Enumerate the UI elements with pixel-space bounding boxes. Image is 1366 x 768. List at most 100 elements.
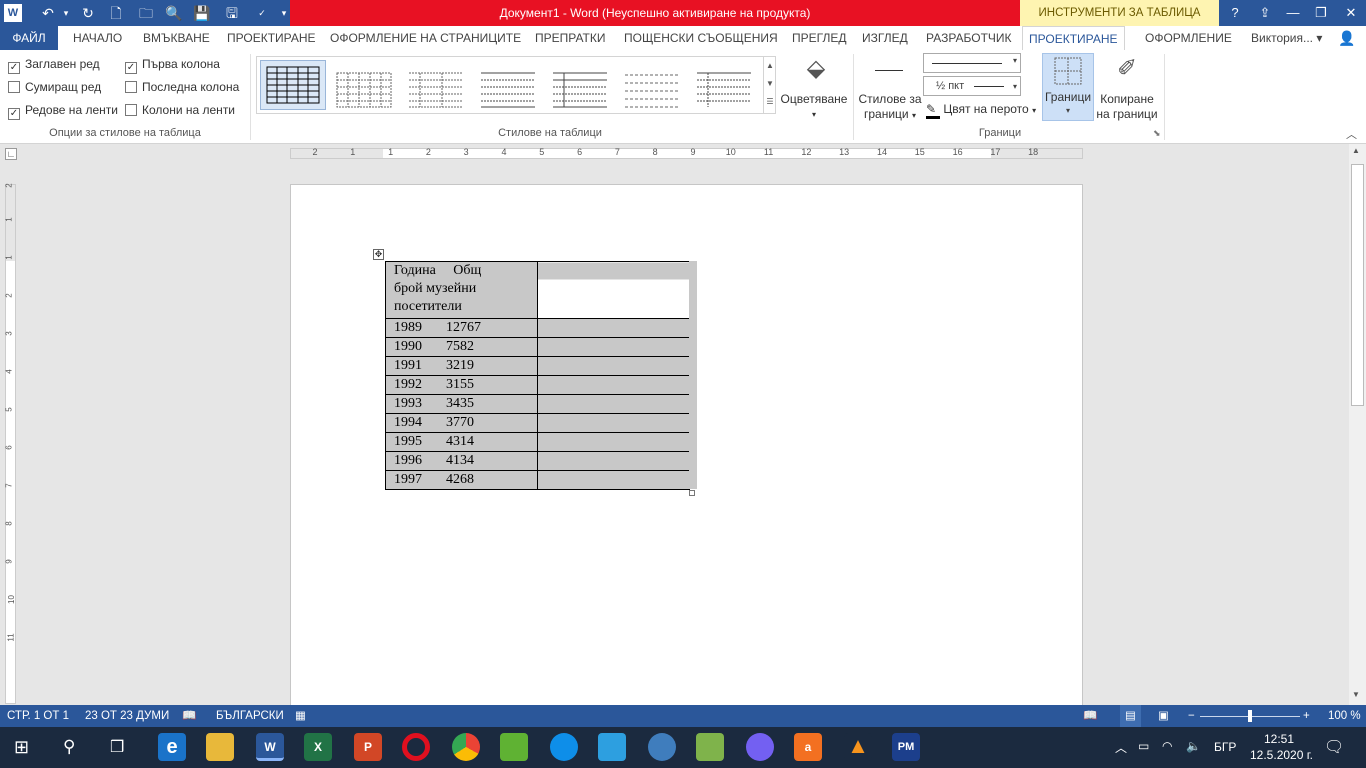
zoom-out-icon[interactable]: − <box>1188 705 1195 727</box>
header-row-checkbox[interactable]: ✓ Заглавен ред <box>8 57 100 74</box>
word-icon[interactable]: W <box>256 733 284 761</box>
read-mode-icon[interactable]: 📖 <box>1083 705 1097 727</box>
tab-table-layout[interactable]: ОФОРМЛЕНИЕ <box>1145 26 1232 50</box>
table-move-handle-icon[interactable]: ✥ <box>373 249 384 260</box>
shading-bucket-icon[interactable]: ⬙ <box>806 54 826 86</box>
tray-expand-icon[interactable]: ︿ <box>1115 739 1127 756</box>
print-preview-icon[interactable]: 🔍 <box>162 0 186 26</box>
save-as-icon[interactable]: 🖫 <box>220 0 244 26</box>
zoom-in-icon[interactable]: + <box>1303 705 1310 727</box>
table-cell-empty[interactable] <box>537 318 690 338</box>
windows-start-icon[interactable]: ⊞ <box>14 737 29 758</box>
dialog-launcher-icon[interactable]: ⬊ <box>1153 128 1161 139</box>
teamviewer-icon[interactable] <box>550 733 578 761</box>
table-cell-empty[interactable] <box>537 451 690 471</box>
clock-time[interactable]: 12:51 <box>1264 732 1294 746</box>
zoom-slider-thumb[interactable] <box>1248 710 1252 722</box>
table-cell-empty[interactable] <box>537 337 690 357</box>
table-cell-empty[interactable] <box>537 356 690 376</box>
table-style-2[interactable] <box>333 67 395 113</box>
zoom-level[interactable]: 100 % <box>1328 705 1361 727</box>
table-style-6[interactable] <box>621 67 683 113</box>
scroll-down-icon[interactable]: ▼ <box>1352 690 1360 699</box>
table-style-3[interactable] <box>405 67 467 113</box>
table-header-cell[interactable]: Година Общ брой музейни посетители <box>385 261 538 319</box>
scrollbar-thumb[interactable] <box>1351 164 1364 406</box>
pm-app-icon[interactable]: PM <box>892 733 920 761</box>
minimize-icon[interactable]: — <box>1278 0 1308 26</box>
new-document-icon[interactable]: 🗋 <box>104 0 128 26</box>
border-painter-icon[interactable]: ✐ <box>1112 54 1142 86</box>
table-style-7[interactable] <box>693 67 755 113</box>
tab-references[interactable]: ПРЕПРАТКИ <box>535 26 605 50</box>
page-count[interactable]: СТР. 1 ОТ 1 <box>7 705 69 727</box>
wifi-icon[interactable]: ◠ <box>1162 739 1172 753</box>
proofing-icon[interactable]: 📖 <box>182 705 196 727</box>
banded-rows-checkbox[interactable]: ✓ Редове на ленти <box>8 103 118 120</box>
line-weight-select[interactable]: ½ пкт ▾ <box>923 76 1021 96</box>
gallery-down-icon[interactable]: ▼ <box>764 75 776 93</box>
table-cell-empty[interactable] <box>537 375 690 395</box>
vlc-icon[interactable]: ▲ <box>844 733 872 761</box>
macro-record-icon[interactable]: ▦ <box>295 705 306 727</box>
table-cell-year-value[interactable]: 1994 3770 <box>385 413 538 433</box>
notifications-icon[interactable]: 🗨 <box>1324 737 1344 757</box>
scroll-up-icon[interactable]: ▲ <box>1352 146 1360 155</box>
user-avatar-icon[interactable]: 👤 <box>1338 26 1355 50</box>
table-resize-handle[interactable] <box>689 490 695 496</box>
redo-icon[interactable]: ↻ <box>76 0 100 26</box>
gallery-more-icon[interactable]: ☰ <box>764 93 776 111</box>
horizontal-ruler[interactable]: 2 1 1 2 3 4 5 6 7 8 9 10 11 12 13 14 15 16 17 18 <box>290 147 1083 159</box>
tab-home[interactable]: НАЧАЛО <box>73 26 122 50</box>
open-folder-icon[interactable]: 🗀 <box>134 0 158 26</box>
volume-icon[interactable]: 🔈 <box>1186 739 1201 753</box>
gallery-up-icon[interactable]: ▲ <box>764 57 776 75</box>
table-cell-year-value[interactable]: 1992 3155 <box>385 375 538 395</box>
help-button[interactable]: ? <box>1220 0 1250 26</box>
vertical-scrollbar[interactable]: ▲ ▼ <box>1349 144 1366 705</box>
battery-icon[interactable]: ▭ <box>1138 739 1149 753</box>
pen-color-button[interactable]: ✎ Цвят на перото ▾ <box>926 102 1036 119</box>
table-cell-year-value[interactable]: 1990 7582 <box>385 337 538 357</box>
first-column-checkbox[interactable]: ✓ Първа колона <box>125 57 220 74</box>
table-cell-empty[interactable] <box>537 394 690 414</box>
total-row-checkbox[interactable]: Сумиращ ред <box>8 80 101 94</box>
search-app-icon[interactable] <box>648 733 676 761</box>
table-cell-year-value[interactable]: 1989 12767 <box>385 318 538 338</box>
table-cell-empty[interactable] <box>537 470 690 490</box>
avast-icon[interactable]: a <box>794 733 822 761</box>
document-page[interactable]: ✥ Година Общ брой музейни посетители 198… <box>290 184 1083 714</box>
tab-view[interactable]: ИЗГЛЕД <box>862 26 908 50</box>
line-style-select[interactable]: ▾ <box>923 53 1021 73</box>
search-icon[interactable]: ⚲ <box>63 737 75 757</box>
table-cell-empty[interactable] <box>537 432 690 452</box>
table-style-grid[interactable] <box>260 60 326 110</box>
table-cell-year-value[interactable]: 1995 4314 <box>385 432 538 452</box>
web-layout-icon[interactable]: ▣ <box>1158 705 1169 727</box>
chrome-icon[interactable] <box>452 733 480 761</box>
powerpoint-icon[interactable]: P <box>354 733 382 761</box>
last-column-checkbox[interactable]: Последна колона <box>125 80 239 94</box>
word-count[interactable]: 23 ОТ 23 ДУМИ <box>85 705 169 727</box>
user-account[interactable]: Виктория... ▾ <box>1251 26 1322 50</box>
print-layout-icon[interactable]: ▤ <box>1120 705 1141 727</box>
gallery-scroll[interactable]: ▲ ▼ ☰ <box>763 57 776 113</box>
tab-file[interactable]: ФАЙЛ <box>0 26 58 50</box>
vertical-ruler[interactable]: 2 1 1 2 3 4 5 6 7 8 9 10 11 <box>5 183 16 704</box>
edge-icon[interactable]: e <box>158 733 186 761</box>
tab-insert[interactable]: ВМЪКВАНЕ <box>143 26 210 50</box>
viber-icon[interactable] <box>746 733 774 761</box>
tab-mailings[interactable]: ПОЩЕНСКИ СЪОБЩЕНИЯ <box>624 26 778 50</box>
close-icon[interactable]: ✕ <box>1336 0 1366 26</box>
borders-button[interactable]: Граници ▾ <box>1042 53 1094 121</box>
data-table[interactable]: Година Общ брой музейни посетители 1989 1… <box>385 261 690 490</box>
save-icon[interactable]: 💾 <box>190 0 214 26</box>
app-icon-clock[interactable] <box>696 733 724 761</box>
tab-design[interactable]: ПРОЕКТИРАНЕ <box>227 26 316 50</box>
collapse-ribbon-icon[interactable]: ︿ <box>1346 126 1357 142</box>
task-view-icon[interactable]: ❒ <box>110 737 124 757</box>
table-style-4[interactable] <box>477 67 539 113</box>
tab-page-layout[interactable]: ОФОРМЛЕНИЕ НА СТРАНИЦИТЕ <box>330 26 521 50</box>
tab-review[interactable]: ПРЕГЛЕД <box>792 26 846 50</box>
clock-date[interactable]: 12.5.2020 г. <box>1250 748 1313 762</box>
